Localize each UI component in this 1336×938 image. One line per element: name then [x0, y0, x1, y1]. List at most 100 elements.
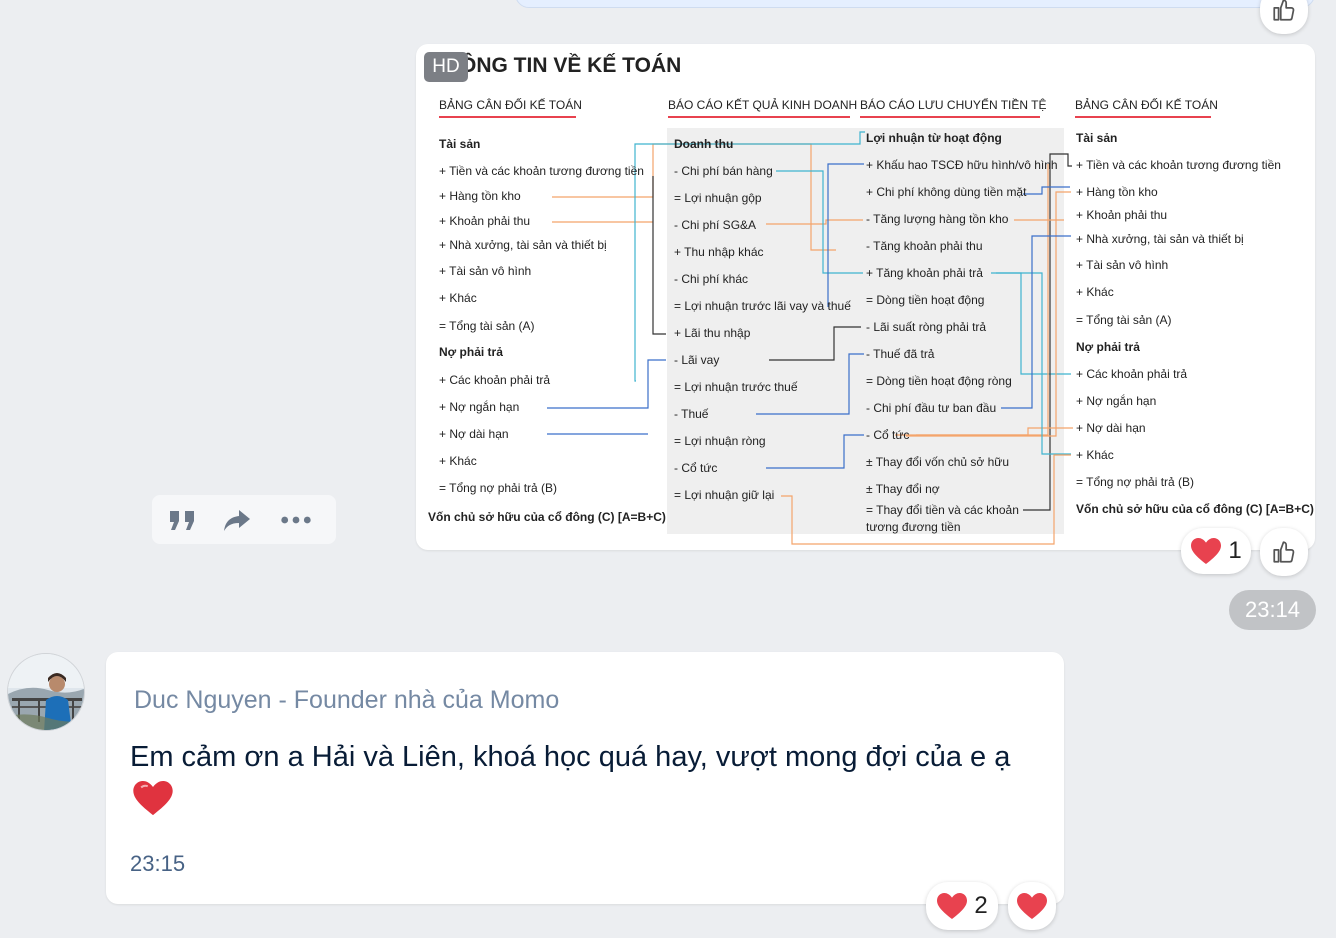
diagram-line: Vốn chủ sở hữu của cổ đông (C) [A=B+C): [1076, 502, 1314, 516]
heart-icon: [1191, 538, 1222, 564]
thumbs-up-icon: [1273, 541, 1295, 563]
diagram-line: + Các khoản phải trả: [1076, 367, 1187, 381]
diagram-line: Doanh thu: [674, 137, 733, 151]
diagram-line: + Hàng tồn kho: [1076, 185, 1158, 199]
diagram-line: Tài sản: [1076, 131, 1117, 145]
diagram-line: ± Thay đổi vốn chủ sở hữu: [866, 455, 1009, 469]
image-attachment[interactable]: THÔNG TIN VỀ KẾ TOÁN BẢNG CÂN ĐỐI KẾ TOÁ…: [416, 44, 1315, 550]
diagram-line: + Nợ ngắn hạn: [1076, 393, 1156, 408]
sender-name: Duc Nguyen - Founder nhà của Momo: [134, 686, 560, 714]
sender-avatar[interactable]: [7, 653, 85, 731]
share-button[interactable]: [221, 504, 253, 536]
more-icon: [281, 516, 311, 524]
quote-button[interactable]: [167, 504, 199, 536]
share-icon: [224, 510, 250, 531]
diagram-line: = Lợi nhuận ròng: [674, 434, 766, 448]
column-heading: BẢNG CÂN ĐỐI KẾ TOÁN: [1075, 97, 1218, 112]
diagram-line: - Lãi suất ròng phải trả: [866, 320, 986, 334]
diagram-line: = Tổng tài sản (A): [439, 319, 535, 333]
diagram-line: + Hàng tồn kho: [439, 189, 521, 203]
heart-react-button[interactable]: [1008, 882, 1056, 930]
diagram-line: = Lợi nhuận giữ lại: [674, 488, 774, 502]
column-heading: BẢNG CÂN ĐỐI KẾ TOÁN: [439, 97, 582, 112]
diagram-line: + Nhà xưởng, tài sản và thiết bị: [439, 238, 607, 252]
image-message-time: 23:14: [1229, 590, 1316, 630]
diagram-line: + Khác: [1076, 448, 1114, 462]
accounting-diagram: THÔNG TIN VỀ KẾ TOÁN BẢNG CÂN ĐỐI KẾ TOÁ…: [428, 53, 1314, 545]
diagram-line: + Tiền và các khoản tương đương tiền: [439, 164, 644, 178]
heading-underline: [439, 116, 576, 118]
diagram-line: - Cổ tức: [674, 461, 717, 475]
diagram-line: + Khấu hao TSCĐ hữu hình/vô hình: [866, 158, 1058, 172]
diagram-line: ± Thay đổi nợ: [866, 482, 940, 496]
heart-icon: [937, 893, 968, 919]
diagram-line: - Lãi vay: [674, 353, 719, 367]
diagram-line: + Lãi thu nhập: [674, 326, 751, 340]
message-action-bar: [152, 495, 336, 544]
diagram-line: = Dòng tiền hoạt động ròng: [866, 374, 1012, 388]
like-button[interactable]: [1260, 528, 1308, 576]
previous-message-bubble[interactable]: [515, 0, 1315, 8]
heading-underline: [860, 116, 1040, 118]
image-reaction-summary[interactable]: 1: [1181, 528, 1251, 574]
message-text: Em cảm ơn a Hải và Liên, khoá học quá ha…: [130, 736, 1050, 778]
diagram-line: - Cổ tức: [866, 428, 909, 442]
quote-icon: [170, 511, 194, 530]
diagram-line: + Tài sản vô hình: [439, 264, 531, 278]
connector-line: [547, 359, 666, 409]
connector-line: [652, 176, 666, 335]
diagram-line: + Khác: [439, 291, 477, 305]
heading-underline: [668, 116, 850, 118]
diagram-line: - Thuế đã trả: [866, 347, 935, 361]
diagram-line: + Tăng khoản phải trả: [866, 266, 983, 280]
diagram-line: + Khác: [1076, 285, 1114, 299]
diagram-line: - Chi phí đầu tư ban đầu: [866, 401, 996, 415]
hd-badge: HD: [424, 52, 468, 82]
diagram-line: - Tăng lượng hàng tồn kho: [866, 212, 1009, 226]
message-time: 23:15: [130, 851, 186, 876]
diagram-line: = Dòng tiền hoạt động: [866, 293, 984, 307]
diagram-line: + Khoản phải thu: [439, 214, 530, 228]
image-reaction-count: 1: [1228, 537, 1242, 564]
diagram-line: tương đương tiền: [866, 520, 961, 534]
diagram-line: + Nợ dài hạn: [439, 427, 509, 441]
diagram-line: - Chi phí bán hàng: [674, 164, 773, 178]
column-heading: BÁO CÁO LƯU CHUYỂN TIỀN TỆ: [860, 97, 1047, 112]
diagram-line: + Nợ dài hạn: [1076, 421, 1146, 435]
diagram-line: Nợ phải trả: [1076, 340, 1140, 354]
more-button[interactable]: [280, 504, 312, 536]
diagram-line: + Các khoản phải trả: [439, 373, 550, 387]
diagram-line: + Chi phí không dùng tiền mặt: [866, 185, 1027, 199]
diagram-line: = Thay đổi tiền và các khoản: [866, 503, 1019, 517]
text-message-bubble[interactable]: Duc Nguyen - Founder nhà của Momo Em cảm…: [106, 652, 1064, 904]
diagram-line: - Thuế: [674, 407, 709, 421]
diagram-line: = Tổng nợ phải trả (B): [439, 481, 557, 495]
diagram-line: + Thu nhập khác: [674, 245, 764, 259]
message-reaction-count: 2: [974, 892, 988, 919]
diagram-line: = Lợi nhuận trước thuế: [674, 380, 798, 394]
diagram-line: = Lợi nhuận gộp: [674, 191, 762, 205]
diagram-line: = Lợi nhuận trước lãi vay và thuế: [674, 299, 851, 313]
diagram-line: + Nợ ngắn hạn: [439, 399, 519, 414]
diagram-line: = Tổng tài sản (A): [1076, 313, 1172, 327]
message-reaction-summary[interactable]: 2: [926, 882, 998, 930]
diagram-line: - Chi phí khác: [674, 272, 748, 286]
heading-underline: [1075, 116, 1211, 118]
diagram-line: + Khoản phải thu: [1076, 208, 1167, 222]
diagram-line: - Tăng khoản phải thu: [866, 239, 983, 253]
column-heading: BÁO CÁO KẾT QUẢ KINH DOANH: [668, 97, 857, 112]
diagram-line: - Chi phí SG&A: [674, 218, 756, 232]
heart-emoji-icon: [133, 780, 173, 816]
diagram-line: + Tài sản vô hình: [1076, 258, 1168, 272]
diagram-line: Nợ phải trả: [439, 345, 503, 359]
like-button-top[interactable]: [1260, 0, 1308, 34]
diagram-title: THÔNG TIN VỀ KẾ TOÁN: [432, 53, 681, 77]
diagram-line: Tài sản: [439, 137, 480, 151]
diagram-line: Lợi nhuận từ hoạt động: [866, 131, 1002, 145]
diagram-line: + Nhà xưởng, tài sản và thiết bị: [1076, 232, 1244, 246]
thumbs-up-icon: [1273, 0, 1295, 21]
diagram-line: + Tiền và các khoản tương đương tiền: [1076, 158, 1281, 172]
diagram-line: = Tổng nợ phải trả (B): [1076, 475, 1194, 489]
heart-icon: [1017, 893, 1047, 919]
diagram-line: + Khác: [439, 454, 477, 468]
